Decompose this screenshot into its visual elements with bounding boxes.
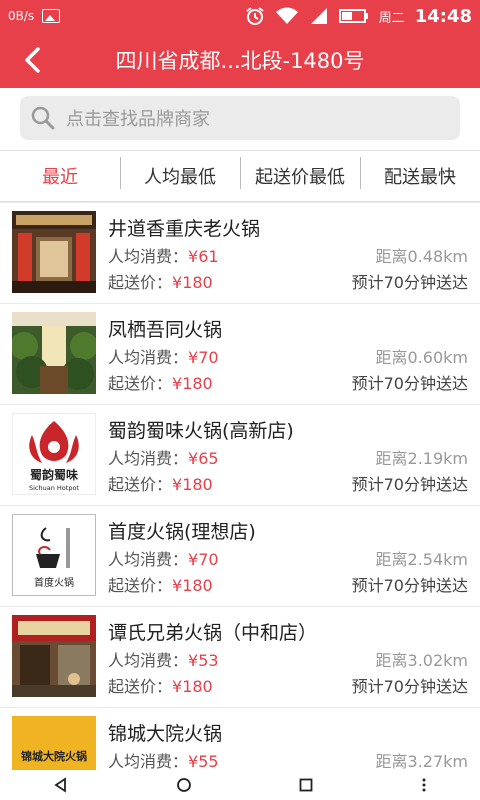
restaurant-name: 凤栖吾同火锅	[108, 319, 223, 341]
tab-lowest-min-order[interactable]: 起送价最低	[240, 157, 360, 189]
wifi-icon	[275, 7, 298, 24]
restaurant-photo	[12, 615, 96, 697]
per-capita-value: ¥53	[188, 651, 219, 670]
restaurant-list: 井道香重庆老火锅 人均消费：¥61 起送价：¥180 距离0.48km 预计70…	[0, 202, 480, 770]
more-vertical-icon[interactable]	[421, 777, 427, 793]
app-header: 四川省成都...北段-1480号	[0, 32, 480, 88]
min-order: 起送价：¥180	[108, 471, 213, 495]
back-arrow-icon[interactable]	[18, 44, 50, 76]
restaurant-item[interactable]: 锦城大院火锅 锦城大院火锅 人均消费：¥55 距离3.27km	[0, 708, 480, 770]
logo-text: 蜀韵蜀味	[30, 467, 78, 482]
per-capita: 人均消费：¥70	[108, 546, 219, 570]
min-order-label: 起送价：	[108, 677, 173, 696]
tab-fastest-delivery[interactable]: 配送最快	[360, 157, 480, 189]
min-order-value: ¥180	[172, 273, 213, 292]
per-capita-value: ¥55	[188, 752, 219, 770]
logo-text: 锦城大院火锅	[21, 749, 87, 763]
min-order-label: 起送价：	[108, 374, 173, 393]
min-order: 起送价：¥180	[108, 572, 213, 596]
tab-lowest-per-capita[interactable]: 人均最低	[120, 157, 240, 189]
battery-icon	[338, 9, 368, 23]
search-section: 点击查找品牌商家	[0, 88, 480, 150]
status-time: 14:48	[414, 5, 472, 27]
min-order-label: 起送价：	[108, 273, 173, 292]
min-order-value: ¥180	[172, 374, 213, 393]
net-speed: 0B/s	[8, 9, 35, 23]
image-notification-icon	[42, 9, 61, 23]
per-capita-label: 人均消费：	[108, 247, 189, 266]
logo-text: 首度火锅	[34, 576, 74, 589]
distance: 距离2.19km	[375, 449, 468, 468]
per-capita-value: ¥70	[188, 348, 219, 367]
restaurant-item[interactable]: 蜀韵蜀味 Sichuan Hotpot 蜀韵蜀味火锅(高新店) 人均消费：¥65…	[0, 405, 480, 505]
per-capita-value: ¥70	[188, 550, 219, 569]
per-capita-label: 人均消费：	[108, 550, 189, 569]
back-nav-icon[interactable]	[53, 777, 69, 793]
per-capita: 人均消费：¥65	[108, 445, 219, 469]
search-input[interactable]: 点击查找品牌商家	[20, 96, 460, 140]
min-order-label: 起送价：	[108, 576, 173, 595]
logo-subtext: Sichuan Hotpot	[29, 484, 79, 492]
search-icon	[31, 106, 55, 130]
sort-tabs: 最近 人均最低 起送价最低 配送最快	[0, 150, 480, 202]
per-capita-value: ¥65	[188, 449, 219, 468]
restaurant-item[interactable]: 井道香重庆老火锅 人均消费：¥61 起送价：¥180 距离0.48km 预计70…	[0, 203, 480, 303]
delivery-eta: 预计70分钟送达	[351, 374, 468, 393]
min-order: 起送价：¥180	[108, 370, 213, 394]
distance: 距离3.27km	[375, 752, 468, 770]
restaurant-name: 首度火锅(理想店)	[108, 521, 256, 543]
tab-nearest[interactable]: 最近	[0, 163, 120, 189]
page-title: 四川省成都...北段-1480号	[115, 49, 365, 73]
per-capita-label: 人均消费：	[108, 449, 189, 468]
delivery-eta: 预计70分钟送达	[351, 475, 468, 494]
min-order-label: 起送价：	[108, 475, 173, 494]
restaurant-logo: 首度火锅	[12, 514, 96, 596]
per-capita-label: 人均消费：	[108, 752, 189, 770]
min-order-value: ¥180	[172, 475, 213, 494]
min-order-value: ¥180	[172, 677, 213, 696]
search-placeholder: 点击查找品牌商家	[66, 109, 210, 130]
restaurant-logo: 蜀韵蜀味 Sichuan Hotpot	[12, 413, 96, 495]
restaurant-name: 井道香重庆老火锅	[108, 218, 261, 240]
min-order: 起送价：¥180	[108, 673, 213, 697]
per-capita: 人均消费：¥61	[108, 243, 219, 267]
min-order: 起送价：¥180	[108, 269, 213, 293]
restaurant-photo	[12, 312, 96, 394]
distance: 距离0.60km	[375, 348, 468, 367]
distance: 距离3.02km	[375, 651, 468, 670]
delivery-eta: 预计70分钟送达	[351, 273, 468, 292]
per-capita-label: 人均消费：	[108, 348, 189, 367]
per-capita: 人均消费：¥70	[108, 344, 219, 368]
system-nav-bar	[0, 770, 480, 800]
status-day: 周二	[378, 10, 405, 26]
recents-nav-icon[interactable]	[298, 777, 314, 793]
restaurant-item[interactable]: 首度火锅 首度火锅(理想店) 人均消费：¥70 起送价：¥180 距离2.54k…	[0, 506, 480, 606]
delivery-eta: 预计70分钟送达	[351, 576, 468, 595]
restaurant-name: 谭氏兄弟火锅（中和店）	[108, 622, 318, 644]
distance: 距离0.48km	[375, 247, 468, 266]
per-capita: 人均消费：¥55	[108, 748, 219, 770]
restaurant-logo: 锦城大院火锅	[12, 716, 96, 770]
restaurant-name: 锦城大院火锅	[108, 723, 223, 745]
restaurant-item[interactable]: 凤栖吾同火锅 人均消费：¥70 起送价：¥180 距离0.60km 预计70分钟…	[0, 304, 480, 404]
status-bar: 0B/s 周二 14:48	[0, 0, 480, 32]
distance: 距离2.54km	[375, 550, 468, 569]
home-nav-icon[interactable]	[176, 777, 192, 793]
per-capita: 人均消费：¥53	[108, 647, 219, 671]
delivery-eta: 预计70分钟送达	[351, 677, 468, 696]
restaurant-item[interactable]: 谭氏兄弟火锅（中和店） 人均消费：¥53 起送价：¥180 距离3.02km 预…	[0, 607, 480, 707]
per-capita-value: ¥61	[188, 247, 219, 266]
min-order-value: ¥180	[172, 576, 213, 595]
restaurant-photo	[12, 211, 96, 293]
signal-icon	[310, 8, 327, 24]
restaurant-name: 蜀韵蜀味火锅(高新店)	[108, 420, 294, 442]
alarm-icon	[246, 7, 264, 25]
per-capita-label: 人均消费：	[108, 651, 189, 670]
